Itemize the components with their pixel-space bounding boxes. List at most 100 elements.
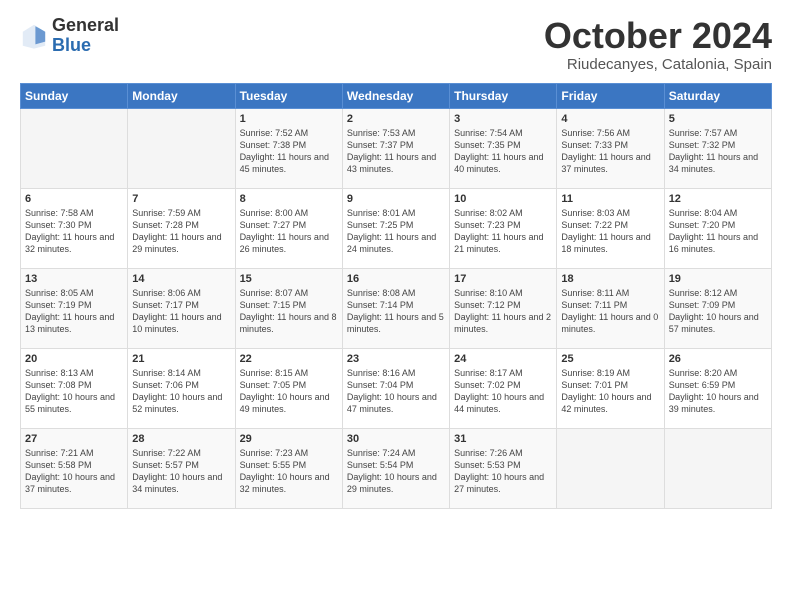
day-info: Sunrise: 7:59 AM Sunset: 7:28 PM Dayligh… — [132, 207, 230, 256]
calendar-cell: 10Sunrise: 8:02 AM Sunset: 7:23 PM Dayli… — [450, 188, 557, 268]
calendar-cell: 16 Sunrise: 8:08 AM Sunset: 7:14 PM Dayli… — [342, 268, 449, 348]
calendar-cell: 14 Sunrise: 8:06 AM Sunset: 7:17 PM Dayli… — [128, 268, 235, 348]
day-number: 8 — [240, 193, 338, 205]
day-number: 15 — [240, 273, 338, 285]
col-tuesday: Tuesday — [235, 83, 342, 108]
calendar-cell: 31Sunrise: 7:26 AM Sunset: 5:53 PM Dayli… — [450, 428, 557, 508]
logo-text: General Blue — [52, 16, 119, 56]
day-info: Sunrise: 8:04 AM Sunset: 7:20 PM Dayligh… — [669, 207, 767, 256]
day-info: Sunrise: 8:01 AM Sunset: 7:25 PM Dayligh… — [347, 207, 445, 256]
calendar-week-1: 1 Sunrise: 7:52 AM Sunset: 7:38 PM Daylig… — [21, 108, 772, 188]
day-info: Sunrise: 7:24 AM Sunset: 5:54 PM Dayligh… — [347, 447, 445, 496]
day-info: Sunrise: 8:10 AM Sunset: 7:12 PM Dayligh… — [454, 287, 552, 336]
day-number: 2 — [347, 113, 445, 125]
day-number: 4 — [561, 113, 659, 125]
calendar-cell: 28 Sunrise: 7:22 AM Sunset: 5:57 PM Dayli… — [128, 428, 235, 508]
col-sunday: Sunday — [21, 83, 128, 108]
day-info: Sunrise: 8:06 AM Sunset: 7:17 PM Dayligh… — [132, 287, 230, 336]
col-thursday: Thursday — [450, 83, 557, 108]
calendar-cell — [21, 108, 128, 188]
day-info: Sunrise: 8:17 AM Sunset: 7:02 PM Dayligh… — [454, 367, 552, 416]
calendar-cell: 18Sunrise: 8:11 AM Sunset: 7:11 PM Dayli… — [557, 268, 664, 348]
day-number: 3 — [454, 113, 552, 125]
day-info: Sunrise: 8:13 AM Sunset: 7:08 PM Dayligh… — [25, 367, 123, 416]
day-number: 1 — [240, 113, 338, 125]
day-info: Sunrise: 8:08 AM Sunset: 7:14 PM Dayligh… — [347, 287, 445, 336]
calendar-cell: 20Sunrise: 8:13 AM Sunset: 7:08 PM Dayli… — [21, 348, 128, 428]
header-row: Sunday Monday Tuesday Wednesday Thursday… — [21, 83, 772, 108]
day-info: Sunrise: 8:02 AM Sunset: 7:23 PM Dayligh… — [454, 207, 552, 256]
calendar-cell: 29 Sunrise: 7:23 AM Sunset: 5:55 PM Dayli… — [235, 428, 342, 508]
day-info: Sunrise: 7:52 AM Sunset: 7:38 PM Dayligh… — [240, 127, 338, 176]
day-number: 22 — [240, 353, 338, 365]
calendar-cell: 11 Sunrise: 8:03 AM Sunset: 7:22 PM Dayli… — [557, 188, 664, 268]
calendar-cell: 9 Sunrise: 8:01 AM Sunset: 7:25 PM Daylig… — [342, 188, 449, 268]
calendar-cell: 15Sunrise: 8:07 AM Sunset: 7:15 PM Dayli… — [235, 268, 342, 348]
calendar-body: 1 Sunrise: 7:52 AM Sunset: 7:38 PM Daylig… — [21, 108, 772, 508]
day-info: Sunrise: 7:23 AM Sunset: 5:55 PM Dayligh… — [240, 447, 338, 496]
day-number: 11 — [561, 193, 659, 205]
day-number: 31 — [454, 433, 552, 445]
page-container: General Blue October 2024 Riudecanyes, C… — [0, 0, 792, 519]
month-title: October 2024 — [544, 16, 772, 56]
day-info: Sunrise: 7:58 AM Sunset: 7:30 PM Dayligh… — [25, 207, 123, 256]
calendar-cell — [664, 428, 771, 508]
calendar-cell: 25 Sunrise: 8:19 AM Sunset: 7:01 PM Dayli… — [557, 348, 664, 428]
calendar-cell: 21 Sunrise: 8:14 AM Sunset: 7:06 PM Dayli… — [128, 348, 235, 428]
day-number: 6 — [25, 193, 123, 205]
calendar-cell: 24Sunrise: 8:17 AM Sunset: 7:02 PM Dayli… — [450, 348, 557, 428]
day-number: 27 — [25, 433, 123, 445]
calendar-header: Sunday Monday Tuesday Wednesday Thursday… — [21, 83, 772, 108]
location-subtitle: Riudecanyes, Catalonia, Spain — [544, 56, 772, 73]
day-info: Sunrise: 7:57 AM Sunset: 7:32 PM Dayligh… — [669, 127, 767, 176]
day-info: Sunrise: 8:05 AM Sunset: 7:19 PM Dayligh… — [25, 287, 123, 336]
calendar-cell: 30 Sunrise: 7:24 AM Sunset: 5:54 PM Dayli… — [342, 428, 449, 508]
logo-icon — [20, 22, 48, 50]
day-number: 28 — [132, 433, 230, 445]
day-number: 19 — [669, 273, 767, 285]
day-number: 14 — [132, 273, 230, 285]
day-info: Sunrise: 8:11 AM Sunset: 7:11 PM Dayligh… — [561, 287, 659, 336]
calendar-cell: 4 Sunrise: 7:56 AM Sunset: 7:33 PM Daylig… — [557, 108, 664, 188]
day-info: Sunrise: 7:53 AM Sunset: 7:37 PM Dayligh… — [347, 127, 445, 176]
day-number: 9 — [347, 193, 445, 205]
day-info: Sunrise: 8:16 AM Sunset: 7:04 PM Dayligh… — [347, 367, 445, 416]
day-info: Sunrise: 8:14 AM Sunset: 7:06 PM Dayligh… — [132, 367, 230, 416]
col-saturday: Saturday — [664, 83, 771, 108]
col-wednesday: Wednesday — [342, 83, 449, 108]
col-friday: Friday — [557, 83, 664, 108]
calendar-cell: 6 Sunrise: 7:58 AM Sunset: 7:30 PM Daylig… — [21, 188, 128, 268]
day-info: Sunrise: 7:22 AM Sunset: 5:57 PM Dayligh… — [132, 447, 230, 496]
calendar-week-5: 27Sunrise: 7:21 AM Sunset: 5:58 PM Dayli… — [21, 428, 772, 508]
calendar-cell: 22 Sunrise: 8:15 AM Sunset: 7:05 PM Dayli… — [235, 348, 342, 428]
day-number: 17 — [454, 273, 552, 285]
calendar-cell: 2 Sunrise: 7:53 AM Sunset: 7:37 PM Daylig… — [342, 108, 449, 188]
logo: General Blue — [20, 16, 119, 56]
day-number: 21 — [132, 353, 230, 365]
calendar-cell: 5 Sunrise: 7:57 AM Sunset: 7:32 PM Daylig… — [664, 108, 771, 188]
day-info: Sunrise: 8:19 AM Sunset: 7:01 PM Dayligh… — [561, 367, 659, 416]
calendar-week-4: 20Sunrise: 8:13 AM Sunset: 7:08 PM Dayli… — [21, 348, 772, 428]
day-info: Sunrise: 8:15 AM Sunset: 7:05 PM Dayligh… — [240, 367, 338, 416]
day-info: Sunrise: 7:56 AM Sunset: 7:33 PM Dayligh… — [561, 127, 659, 176]
calendar-cell: 12Sunrise: 8:04 AM Sunset: 7:20 PM Dayli… — [664, 188, 771, 268]
calendar-cell: 8 Sunrise: 8:00 AM Sunset: 7:27 PM Daylig… — [235, 188, 342, 268]
calendar-table: Sunday Monday Tuesday Wednesday Thursday… — [20, 83, 772, 509]
day-number: 5 — [669, 113, 767, 125]
calendar-cell — [557, 428, 664, 508]
day-number: 26 — [669, 353, 767, 365]
day-info: Sunrise: 7:54 AM Sunset: 7:35 PM Dayligh… — [454, 127, 552, 176]
day-number: 7 — [132, 193, 230, 205]
calendar-cell: 27Sunrise: 7:21 AM Sunset: 5:58 PM Dayli… — [21, 428, 128, 508]
calendar-cell — [128, 108, 235, 188]
day-info: Sunrise: 8:00 AM Sunset: 7:27 PM Dayligh… — [240, 207, 338, 256]
calendar-cell: 19Sunrise: 8:12 AM Sunset: 7:09 PM Dayli… — [664, 268, 771, 348]
day-number: 13 — [25, 273, 123, 285]
day-info: Sunrise: 8:03 AM Sunset: 7:22 PM Dayligh… — [561, 207, 659, 256]
col-monday: Monday — [128, 83, 235, 108]
day-number: 25 — [561, 353, 659, 365]
day-number: 29 — [240, 433, 338, 445]
day-number: 16 — [347, 273, 445, 285]
calendar-cell: 23Sunrise: 8:16 AM Sunset: 7:04 PM Dayli… — [342, 348, 449, 428]
day-number: 30 — [347, 433, 445, 445]
